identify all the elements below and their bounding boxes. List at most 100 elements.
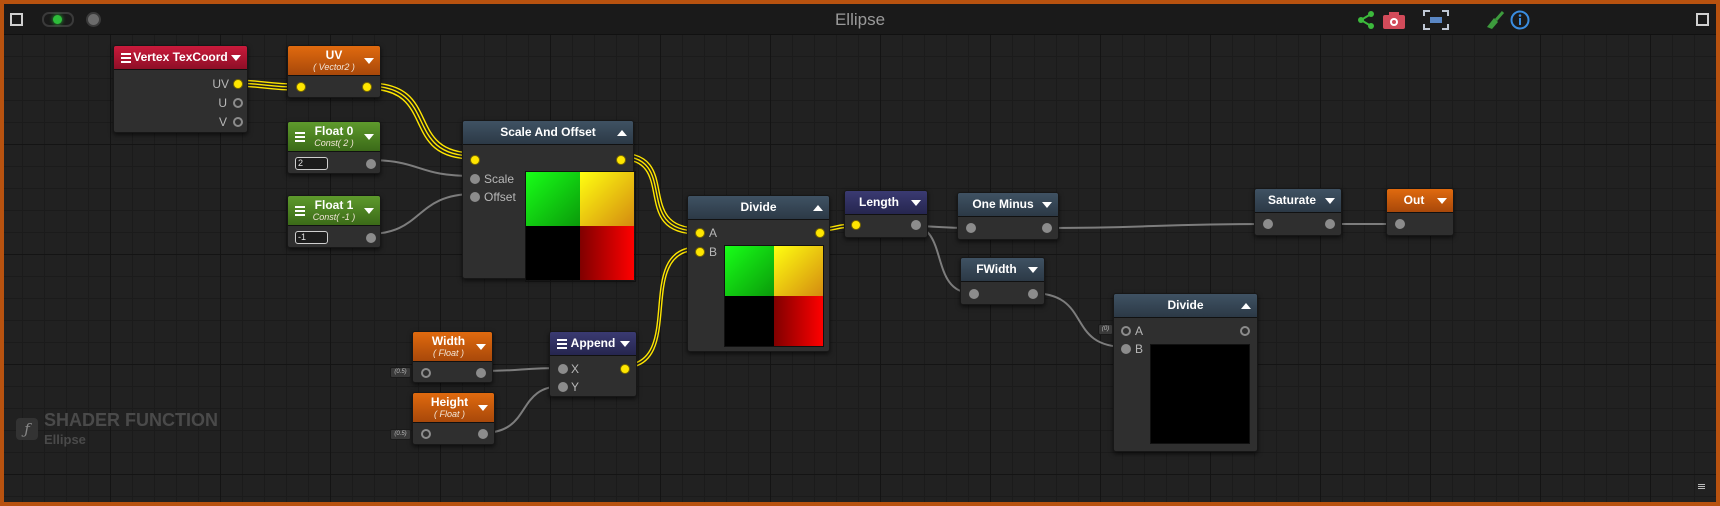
- output-port[interactable]: [1028, 289, 1038, 299]
- camera-icon[interactable]: [1382, 10, 1406, 30]
- title-bar: Ellipse: [4, 4, 1716, 35]
- value-field[interactable]: -1: [295, 231, 328, 244]
- node-header[interactable]: Vertex TexCoord: [114, 46, 247, 70]
- output-port-uv[interactable]: [233, 79, 243, 89]
- chevron-up-icon[interactable]: [813, 204, 823, 211]
- node-height[interactable]: Height ( Float ): [412, 392, 495, 445]
- node-float-0[interactable]: Float 0 Const( 2 ) 2: [287, 121, 381, 174]
- chevron-up-icon[interactable]: [617, 129, 627, 136]
- chevron-down-icon[interactable]: [1042, 201, 1052, 208]
- wire-float0-to-scale: [365, 159, 475, 177]
- preview-image: [724, 245, 824, 347]
- chevron-down-icon[interactable]: [1437, 197, 1447, 204]
- node-vertex-texcoord[interactable]: Vertex TexCoord UV U V: [113, 45, 248, 133]
- input-port[interactable]: [296, 82, 306, 92]
- output-port[interactable]: [911, 220, 921, 230]
- chevron-down-icon[interactable]: [478, 404, 488, 411]
- output-port[interactable]: [616, 155, 626, 165]
- node-header[interactable]: Divide: [688, 196, 829, 220]
- node-header[interactable]: Float 1 Const( -1 ): [288, 196, 380, 226]
- graph-canvas[interactable]: Ellipse Vertex TexCoord UV U V UV (Vect…: [4, 4, 1716, 502]
- output-port[interactable]: [476, 368, 486, 378]
- share-icon[interactable]: [1356, 10, 1376, 30]
- node-header[interactable]: Height ( Float ): [413, 393, 494, 423]
- node-header[interactable]: UV ( Vector2 ): [288, 46, 380, 76]
- node-header[interactable]: Append: [550, 332, 636, 356]
- input-port[interactable]: [851, 220, 861, 230]
- chevron-down-icon[interactable]: [620, 340, 630, 347]
- output-port-v[interactable]: [233, 117, 243, 127]
- node-header[interactable]: Width ( Float ): [413, 332, 492, 362]
- maximize-icon[interactable]: [1696, 13, 1709, 26]
- chevron-down-icon[interactable]: [1028, 266, 1038, 273]
- output-port[interactable]: [1240, 326, 1250, 336]
- output-port[interactable]: [1042, 223, 1052, 233]
- input-port-a[interactable]: [695, 228, 705, 238]
- output-port[interactable]: [362, 82, 372, 92]
- node-header[interactable]: One Minus: [958, 193, 1058, 217]
- input-label: Scale: [484, 172, 515, 186]
- menu-icon[interactable]: [1698, 484, 1705, 485]
- chevron-down-icon[interactable]: [911, 199, 921, 206]
- node-header[interactable]: Scale And Offset: [463, 121, 633, 145]
- input-port-b[interactable]: [1121, 344, 1131, 354]
- input-port-x[interactable]: [558, 364, 568, 374]
- chevron-down-icon[interactable]: [364, 133, 374, 140]
- output-port[interactable]: [478, 429, 488, 439]
- menu-icon[interactable]: [557, 338, 567, 341]
- input-port[interactable]: [470, 155, 480, 165]
- node-header[interactable]: Saturate: [1255, 189, 1341, 213]
- chevron-down-icon[interactable]: [231, 54, 241, 61]
- clean-icon[interactable]: [1484, 10, 1506, 30]
- input-port[interactable]: [969, 289, 979, 299]
- default-value-badge: (0): [1098, 324, 1113, 335]
- input-port-a[interactable]: [1121, 326, 1131, 336]
- node-header[interactable]: Divide: [1114, 294, 1257, 318]
- node-header[interactable]: FWidth: [961, 258, 1044, 282]
- node-header[interactable]: Float 0 Const( 2 ): [288, 122, 380, 152]
- node-saturate[interactable]: Saturate: [1254, 188, 1342, 236]
- chevron-down-icon[interactable]: [364, 57, 374, 64]
- chevron-down-icon[interactable]: [364, 207, 374, 214]
- input-port[interactable]: [1395, 219, 1405, 229]
- node-scale-and-offset[interactable]: Scale And Offset Scale Offset: [462, 120, 636, 282]
- node-append[interactable]: Append X Y: [549, 331, 637, 397]
- node-length[interactable]: Length: [844, 190, 928, 238]
- chevron-down-icon[interactable]: [476, 343, 486, 350]
- input-port[interactable]: [1263, 219, 1273, 229]
- menu-icon[interactable]: [121, 52, 131, 55]
- input-port-scale[interactable]: [470, 174, 480, 184]
- input-port[interactable]: [966, 223, 976, 233]
- node-one-minus[interactable]: One Minus: [957, 192, 1059, 240]
- node-fwidth[interactable]: FWidth: [960, 257, 1045, 305]
- output-port[interactable]: [815, 228, 825, 238]
- node-out[interactable]: Out: [1386, 188, 1454, 236]
- focus-icon[interactable]: [1422, 9, 1450, 31]
- node-divide-2[interactable]: Divide A B: [1113, 293, 1258, 452]
- connection-wires: [231, 79, 1401, 434]
- node-uv[interactable]: UV ( Vector2 ): [287, 45, 381, 98]
- input-port[interactable]: [421, 368, 431, 378]
- output-port[interactable]: [366, 159, 376, 169]
- node-divide[interactable]: Divide A B: [687, 195, 830, 352]
- menu-icon[interactable]: [295, 131, 305, 134]
- input-port-y[interactable]: [558, 382, 568, 392]
- info-icon[interactable]: [1510, 10, 1530, 30]
- output-port-u[interactable]: [233, 98, 243, 108]
- node-float-1[interactable]: Float 1 Const( -1 ) -1: [287, 195, 381, 248]
- chevron-up-icon[interactable]: [1241, 302, 1251, 309]
- input-label: Y: [571, 380, 580, 394]
- node-header[interactable]: Out: [1387, 189, 1453, 213]
- output-port[interactable]: [620, 364, 630, 374]
- output-port[interactable]: [366, 233, 376, 243]
- input-port-offset[interactable]: [470, 192, 480, 202]
- chevron-down-icon[interactable]: [1325, 197, 1335, 204]
- menu-icon[interactable]: [295, 205, 305, 208]
- output-port[interactable]: [1325, 219, 1335, 229]
- input-label: X: [571, 362, 580, 376]
- node-header[interactable]: Length: [845, 191, 927, 215]
- node-width[interactable]: Width ( Float ): [412, 331, 493, 383]
- value-field[interactable]: 2: [295, 157, 328, 170]
- input-port[interactable]: [421, 429, 431, 439]
- input-port-b[interactable]: [695, 247, 705, 257]
